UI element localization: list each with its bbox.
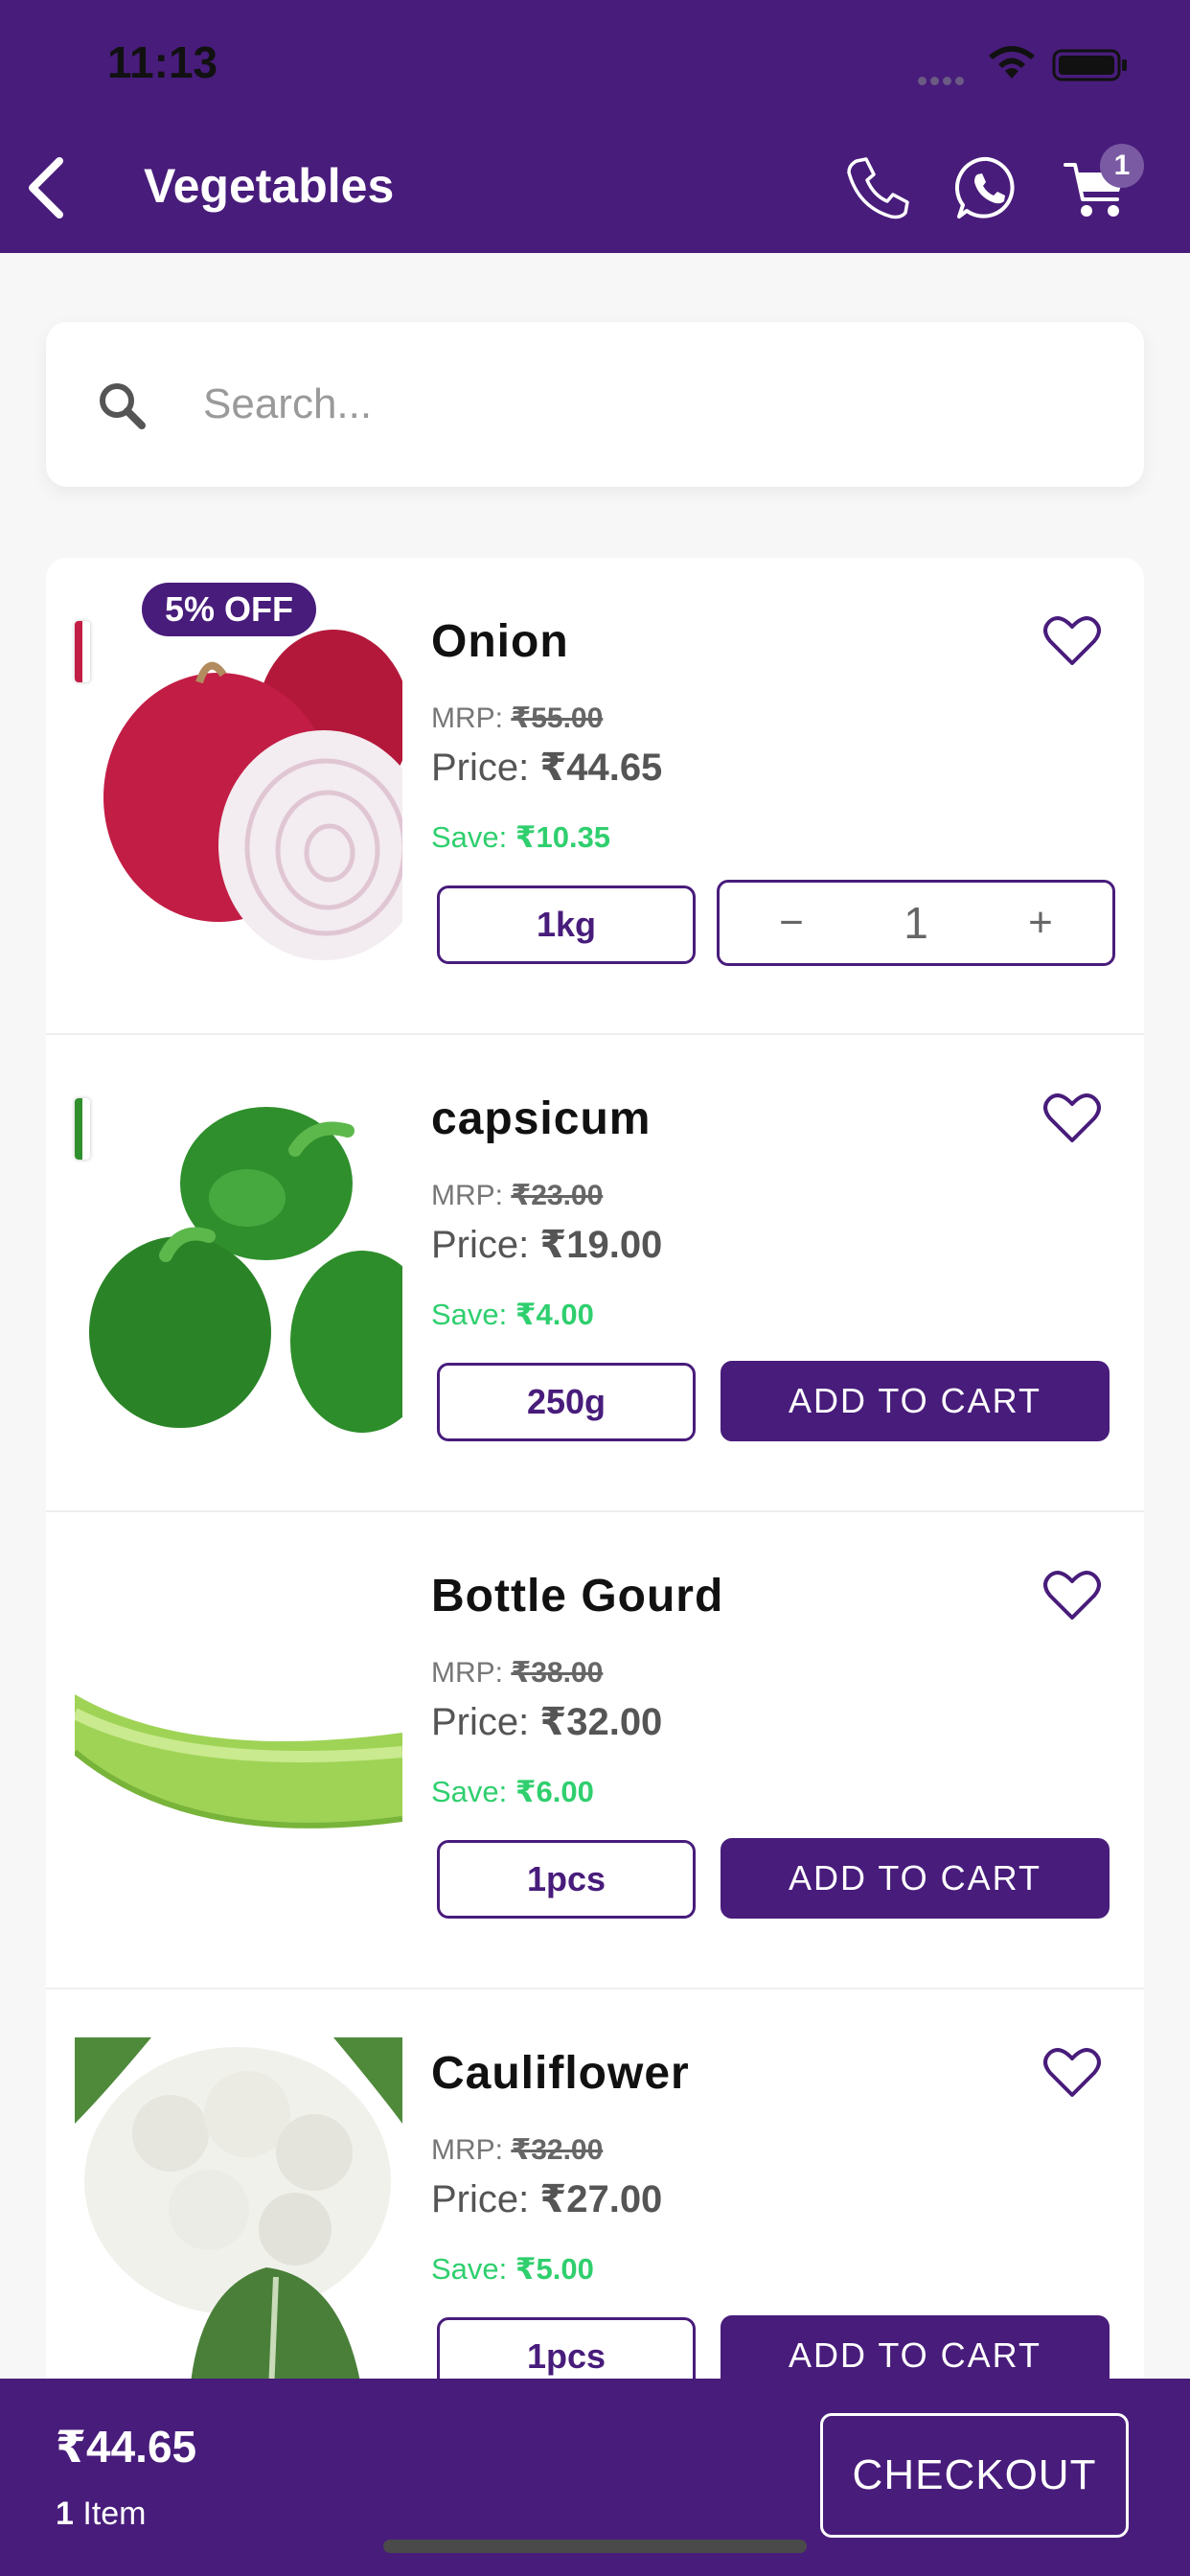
price-value: ₹32.00 bbox=[539, 1701, 663, 1743]
mrp-value: ₹32.00 bbox=[511, 2134, 604, 2166]
cart-total: ₹44.65 bbox=[56, 2422, 197, 2472]
variant-selector[interactable]: 250g bbox=[437, 1363, 696, 1441]
mrp-label: MRP: bbox=[431, 2134, 503, 2166]
save-label: Save: bbox=[431, 1775, 508, 1808]
phone-icon[interactable] bbox=[843, 153, 912, 222]
home-indicator[interactable] bbox=[383, 2540, 807, 2553]
product-image-capsicum[interactable] bbox=[75, 1083, 402, 1438]
product-card: capsicum MRP: ₹23.00 Price: ₹19.00 Save:… bbox=[46, 1035, 1144, 1512]
product-price: Price: ₹19.00 bbox=[431, 1223, 662, 1267]
price-value: ₹19.00 bbox=[539, 1224, 663, 1266]
status-time: 11:13 bbox=[107, 37, 218, 87]
product-card: 5% OFF Onion MRP: ₹55.00 Price: ₹44.65 S… bbox=[46, 558, 1144, 1035]
product-mrp: MRP: ₹55.00 bbox=[431, 702, 603, 735]
product-name: capsicum bbox=[431, 1093, 652, 1144]
back-button[interactable] bbox=[19, 153, 77, 222]
product-savings: Save: ₹4.00 bbox=[431, 1298, 594, 1332]
product-savings: Save: ₹5.00 bbox=[431, 2252, 594, 2287]
product-mrp: MRP: ₹32.00 bbox=[431, 2133, 603, 2167]
increase-quantity-button[interactable]: + bbox=[1007, 883, 1074, 963]
wifi-icon bbox=[989, 46, 1035, 79]
heart-icon[interactable] bbox=[1042, 613, 1102, 669]
price-label: Price: bbox=[431, 1701, 530, 1743]
product-savings: Save: ₹10.35 bbox=[431, 820, 610, 855]
decrease-quantity-button[interactable]: − bbox=[758, 883, 825, 963]
product-image-onion[interactable] bbox=[75, 606, 402, 960]
product-list: 5% OFF Onion MRP: ₹55.00 Price: ₹44.65 S… bbox=[46, 558, 1144, 2474]
product-price: Price: ₹44.65 bbox=[431, 746, 662, 790]
item-count-value: 1 bbox=[56, 2496, 74, 2532]
save-label: Save: bbox=[431, 2252, 508, 2286]
mrp-label: MRP: bbox=[431, 1180, 503, 1211]
price-value: ₹44.65 bbox=[539, 747, 663, 789]
price-label: Price: bbox=[431, 747, 530, 789]
save-value: ₹10.35 bbox=[515, 820, 611, 854]
save-value: ₹4.00 bbox=[515, 1298, 594, 1331]
mrp-value: ₹38.00 bbox=[511, 1657, 604, 1689]
save-label: Save: bbox=[431, 1298, 508, 1331]
cart-count-badge: 1 bbox=[1100, 144, 1144, 188]
product-card: Bottle Gourd MRP: ₹38.00 Price: ₹32.00 S… bbox=[46, 1512, 1144, 1990]
mrp-label: MRP: bbox=[431, 702, 503, 734]
mrp-label: MRP: bbox=[431, 1657, 503, 1689]
heart-icon[interactable] bbox=[1042, 1091, 1102, 1146]
search-icon bbox=[100, 383, 146, 429]
product-price: Price: ₹32.00 bbox=[431, 1700, 662, 1744]
heart-icon[interactable] bbox=[1042, 2045, 1102, 2101]
cellular-signal-icon bbox=[918, 73, 975, 85]
price-value: ₹27.00 bbox=[539, 2178, 663, 2220]
save-label: Save: bbox=[431, 820, 508, 854]
quantity-stepper: − 1 + bbox=[717, 880, 1115, 966]
item-count-label: Item bbox=[82, 2496, 147, 2532]
cart-item-count: 1 Item bbox=[56, 2496, 147, 2533]
save-value: ₹5.00 bbox=[515, 2252, 594, 2286]
variant-selector[interactable]: 1pcs bbox=[437, 1840, 696, 1919]
product-image-bottle-gourd[interactable] bbox=[75, 1560, 402, 1915]
mrp-value: ₹23.00 bbox=[511, 1180, 604, 1211]
variant-selector[interactable]: 1kg bbox=[437, 886, 696, 964]
product-price: Price: ₹27.00 bbox=[431, 2177, 662, 2221]
search-bar bbox=[46, 322, 1144, 487]
product-name: Bottle Gourd bbox=[431, 1571, 724, 1622]
mrp-value: ₹55.00 bbox=[511, 702, 604, 734]
quantity-value: 1 bbox=[904, 898, 928, 948]
price-label: Price: bbox=[431, 2178, 530, 2220]
product-mrp: MRP: ₹38.00 bbox=[431, 1656, 603, 1690]
discount-badge: 5% OFF bbox=[142, 583, 317, 636]
product-name: Onion bbox=[431, 616, 569, 667]
product-name: Cauliflower bbox=[431, 2048, 690, 2099]
page-title: Vegetables bbox=[144, 159, 395, 213]
image-thumbnail[interactable] bbox=[75, 621, 90, 682]
price-label: Price: bbox=[431, 1224, 530, 1266]
search-input[interactable] bbox=[203, 364, 1065, 445]
image-thumbnail[interactable] bbox=[75, 1098, 90, 1160]
product-image-cauliflower[interactable] bbox=[75, 2037, 402, 2392]
product-savings: Save: ₹6.00 bbox=[431, 1775, 594, 1809]
product-mrp: MRP: ₹23.00 bbox=[431, 1179, 603, 1212]
add-to-cart-button[interactable]: ADD TO CART bbox=[721, 1361, 1110, 1441]
save-value: ₹6.00 bbox=[515, 1775, 594, 1808]
battery-icon bbox=[1052, 49, 1127, 81]
whatsapp-icon[interactable] bbox=[953, 153, 1022, 222]
checkout-button[interactable]: CHECKOUT bbox=[820, 2413, 1129, 2538]
app-header: 11:13 Vegetables 1 bbox=[0, 0, 1190, 253]
heart-icon[interactable] bbox=[1042, 1568, 1102, 1623]
add-to-cart-button[interactable]: ADD TO CART bbox=[721, 1838, 1110, 1919]
